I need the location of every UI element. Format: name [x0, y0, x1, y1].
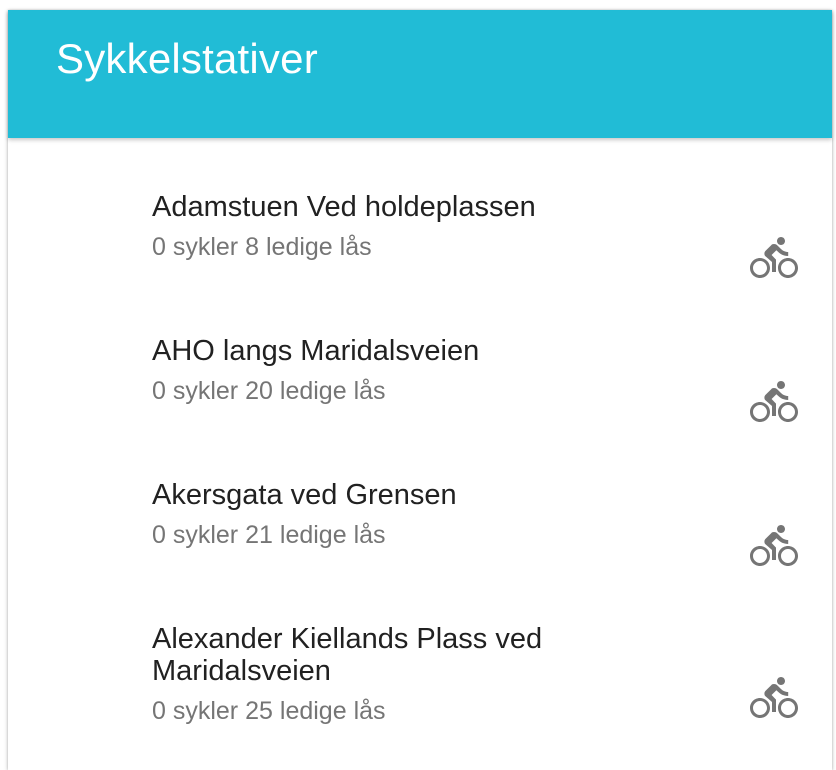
stations-card: Sykkelstativer Adamstuen Ved holdeplasse… — [8, 10, 832, 770]
station-availability: 0 sykler 20 ledige lås — [152, 377, 722, 405]
bike-icon[interactable] — [750, 674, 798, 722]
free-locks-count: 20 ledige lås — [245, 377, 386, 405]
station-name: Adamstuen Ved holdeplassen — [152, 191, 536, 223]
bike-count: 0 sykler — [152, 233, 239, 261]
app-bar: Sykkelstativer — [8, 10, 832, 138]
station-list-item[interactable]: AHO langs Maridalsveien 0 sykler 20 ledig… — [8, 316, 832, 460]
bike-count: 0 sykler — [152, 377, 239, 405]
station-list-item[interactable]: Akersgata ved Grensen 0 sykler 21 ledige … — [8, 460, 832, 604]
free-locks-count: 25 ledige lås — [245, 697, 386, 725]
station-list-item[interactable]: Alexander Kiellands Plass ved Maridalsve… — [8, 604, 832, 748]
station-availability: 0 sykler 21 ledige lås — [152, 521, 722, 549]
free-locks-count: 21 ledige lås — [245, 521, 386, 549]
free-locks-count: 8 ledige lås — [245, 233, 372, 261]
bike-count: 0 sykler — [152, 521, 239, 549]
station-availability: 0 sykler 25 ledige lås — [152, 697, 722, 725]
station-name: Akersgata ved Grensen — [152, 479, 457, 511]
page-title: Sykkelstativer — [56, 34, 318, 82]
bike-icon[interactable] — [750, 378, 798, 426]
station-availability: 0 sykler 8 ledige lås — [152, 233, 722, 261]
bike-icon[interactable] — [750, 234, 798, 282]
station-name: Alexander Kiellands Plass ved Maridalsve… — [152, 623, 543, 687]
bike-count: 0 sykler — [152, 697, 239, 725]
station-list-item[interactable]: Adamstuen Ved holdeplassen 0 sykler 8 led… — [8, 172, 832, 316]
station-list: Adamstuen Ved holdeplassen 0 sykler 8 led… — [8, 138, 832, 748]
bike-icon[interactable] — [750, 522, 798, 570]
station-name: AHO langs Maridalsveien — [152, 335, 480, 367]
